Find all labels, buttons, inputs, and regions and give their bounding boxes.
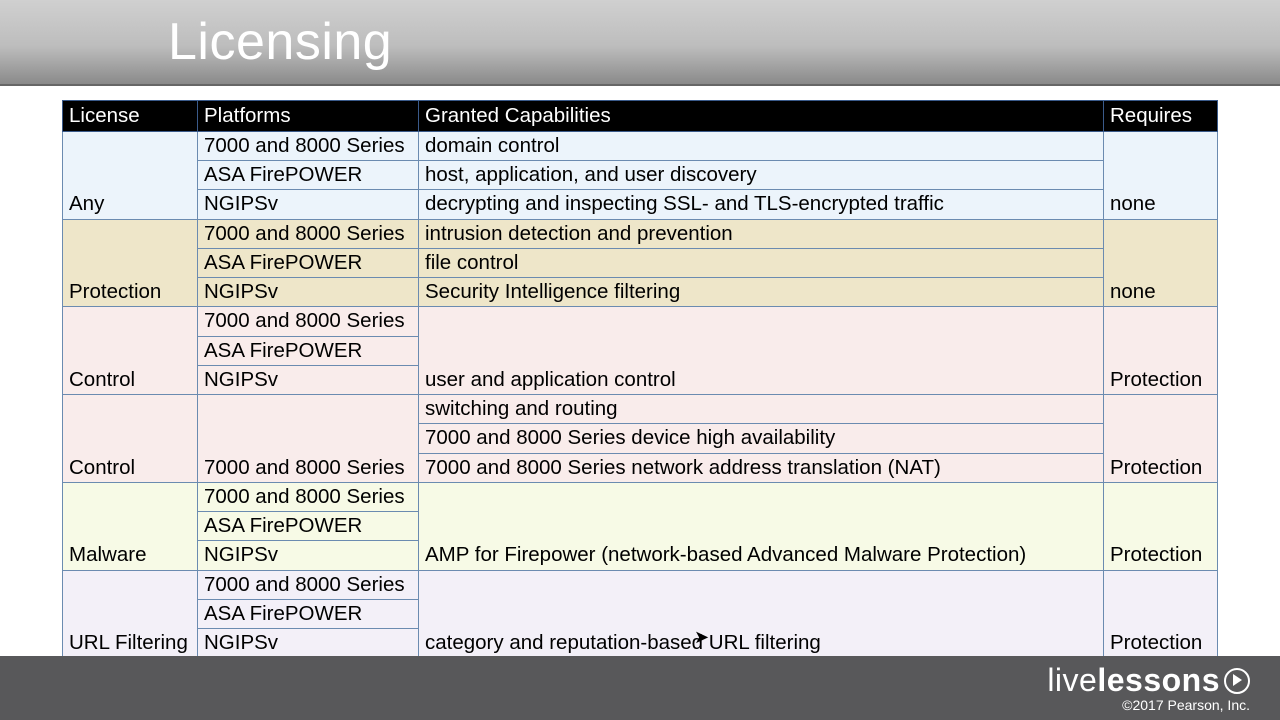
cell: NGIPSv	[198, 628, 419, 657]
brand-live: live	[1047, 662, 1097, 698]
cell: NGIPSv	[198, 365, 419, 394]
cell: 7000 and 8000 Series	[198, 132, 419, 161]
cell: Protection	[63, 219, 198, 307]
cell: switching and routing	[419, 395, 1104, 424]
cell: AMP for Firepower (network-based Advance…	[419, 482, 1104, 570]
cell: ASA FirePOWER	[198, 161, 419, 190]
cell: Protection	[1104, 307, 1218, 395]
cell: Protection	[1104, 570, 1218, 658]
col-caps: Granted Capabilities	[419, 101, 1104, 132]
table-row: ASA FirePOWERhost, application, and user…	[63, 161, 1218, 190]
cell: 7000 and 8000 Series	[198, 395, 419, 483]
cell: 7000 and 8000 Series	[198, 219, 419, 248]
footer-bar: livelessons ©2017 Pearson, Inc.	[0, 656, 1280, 720]
licensing-table: License Platforms Granted Capabilities R…	[62, 100, 1218, 687]
col-requires: Requires	[1104, 101, 1218, 132]
brand-logo: livelessons	[1047, 664, 1250, 696]
cell: URL Filtering	[63, 570, 198, 658]
table-row: Control7000 and 8000 Seriesswitching and…	[63, 395, 1218, 424]
cell: 7000 and 8000 Series	[198, 482, 419, 511]
cell: user and application control	[419, 307, 1104, 395]
cell: none	[1104, 132, 1218, 220]
cell: NGIPSv	[198, 190, 419, 219]
cell: ASA FirePOWER	[198, 512, 419, 541]
cell: Malware	[63, 482, 198, 570]
cell: file control	[419, 248, 1104, 277]
table-row: ASA FirePOWERfile control	[63, 248, 1218, 277]
cell: ASA FirePOWER	[198, 599, 419, 628]
table-row: Control7000 and 8000 Seriesuser and appl…	[63, 307, 1218, 336]
cell: none	[1104, 219, 1218, 307]
cell: intrusion detection and prevention	[419, 219, 1104, 248]
col-license: License	[63, 101, 198, 132]
brand-block: livelessons ©2017 Pearson, Inc.	[1047, 664, 1250, 712]
cell: Control	[63, 307, 198, 395]
cell: NGIPSv	[198, 278, 419, 307]
cell: ASA FirePOWER	[198, 248, 419, 277]
cell: 7000 and 8000 Series	[198, 570, 419, 599]
cell: host, application, and user discovery	[419, 161, 1104, 190]
table-row: Protection7000 and 8000 Seriesintrusion …	[63, 219, 1218, 248]
content-area: License Platforms Granted Capabilities R…	[0, 86, 1280, 687]
cell: 7000 and 8000 Series network address tra…	[419, 453, 1104, 482]
page-title: Licensing	[168, 12, 392, 72]
cell: category and reputation-based URL filter…	[419, 570, 1104, 658]
table-row: Malware7000 and 8000 SeriesAMP for Firep…	[63, 482, 1218, 511]
copyright-text: ©2017 Pearson, Inc.	[1047, 698, 1250, 712]
play-icon	[1224, 668, 1250, 694]
cell: NGIPSv	[198, 541, 419, 570]
col-platforms: Platforms	[198, 101, 419, 132]
slide: Licensing License Platforms Granted Capa…	[0, 0, 1280, 720]
table-row: URL Filtering7000 and 8000 Seriescategor…	[63, 570, 1218, 599]
table-header-row: License Platforms Granted Capabilities R…	[63, 101, 1218, 132]
table-row: Any7000 and 8000 Seriesdomain controlnon…	[63, 132, 1218, 161]
cell: Protection	[1104, 482, 1218, 570]
cell: Security Intelligence filtering	[419, 278, 1104, 307]
cell: Any	[63, 132, 198, 220]
cell: 7000 and 8000 Series	[198, 307, 419, 336]
cell: Control	[63, 395, 198, 483]
title-bar: Licensing	[0, 0, 1280, 86]
cell: 7000 and 8000 Series device high availab…	[419, 424, 1104, 453]
cell: Protection	[1104, 395, 1218, 483]
cell: domain control	[419, 132, 1104, 161]
brand-lessons: lessons	[1097, 662, 1220, 698]
table-row: NGIPSvdecrypting and inspecting SSL- and…	[63, 190, 1218, 219]
table-row: NGIPSvSecurity Intelligence filtering	[63, 278, 1218, 307]
cell: decrypting and inspecting SSL- and TLS-e…	[419, 190, 1104, 219]
cell: ASA FirePOWER	[198, 336, 419, 365]
